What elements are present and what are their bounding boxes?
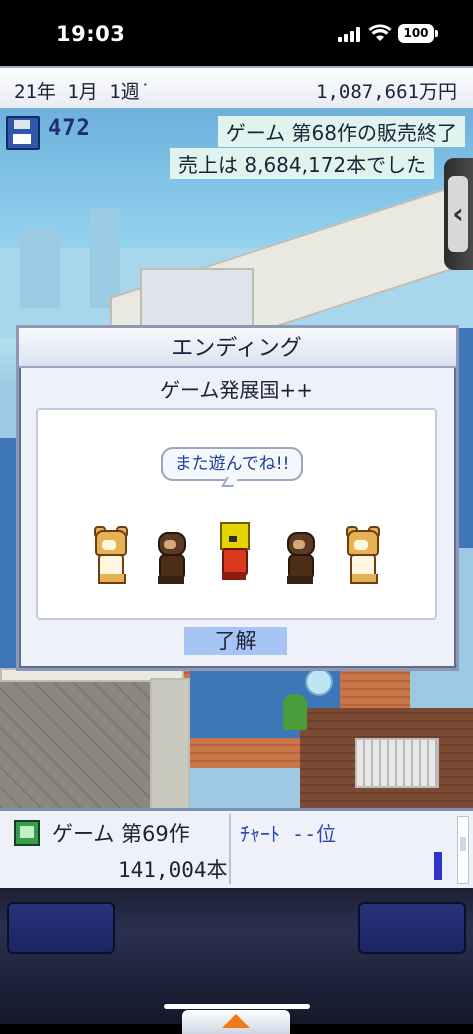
home-indicator — [164, 1004, 310, 1009]
ok-button[interactable]: 了解 — [184, 627, 287, 655]
chevron-left-icon[interactable]: ‹ — [448, 176, 468, 252]
panel-scrollbar[interactable] — [457, 816, 469, 884]
current-game-sales: 141,004本 — [118, 858, 228, 882]
chart-rank: ﾁｬｰﾄ --位 — [240, 822, 337, 846]
battery-tip — [435, 30, 438, 37]
panel-divider — [229, 814, 231, 884]
right-command-button[interactable] — [358, 902, 466, 954]
monkey-character — [282, 532, 316, 584]
speech-bubble: また遊んでね!! — [161, 447, 303, 481]
skyline-building — [20, 228, 60, 308]
current-game-title: ゲーム 第69作 — [52, 822, 190, 846]
rooftop-wall — [150, 678, 190, 808]
skyline-building — [90, 208, 120, 308]
bear-character — [92, 526, 128, 584]
money-display: 1,087,661万円 — [316, 81, 457, 103]
bear-character — [344, 526, 380, 584]
window-blinds — [355, 738, 439, 788]
cellular-signal-icon — [338, 26, 362, 42]
fish-bowl — [305, 668, 333, 696]
game-cartridge-icon — [14, 820, 40, 846]
dialog-title: エンディング — [171, 336, 302, 361]
sales-bar — [434, 852, 442, 880]
game-info-bar: 21年 1月 1週˙ 1,087,661万円 — [0, 66, 473, 110]
ending-stage — [36, 408, 437, 620]
battery-icon: 100 — [398, 24, 434, 43]
save-count: 472 — [48, 116, 91, 141]
triangle-up-icon[interactable] — [222, 1014, 250, 1028]
clock: 19:03 — [56, 22, 126, 46]
server-rack — [140, 268, 254, 330]
left-command-button[interactable] — [7, 902, 115, 954]
potted-plant — [283, 694, 307, 730]
robot-character — [216, 522, 250, 580]
rooftop-tiles — [0, 668, 150, 808]
game-date: 21年 1月 1週˙ — [14, 81, 152, 103]
monkey-character — [153, 532, 187, 584]
wifi-icon — [368, 24, 392, 41]
ios-status-bar: 19:03 100 — [0, 0, 473, 66]
news-message-line-2: 売上は 8,684,172本でした — [170, 148, 435, 179]
dialog-subtitle: ゲーム発展国++ — [160, 378, 313, 402]
save-icon[interactable] — [6, 116, 40, 150]
news-message-line-1: ゲーム 第68作の販売終了 — [217, 116, 465, 147]
